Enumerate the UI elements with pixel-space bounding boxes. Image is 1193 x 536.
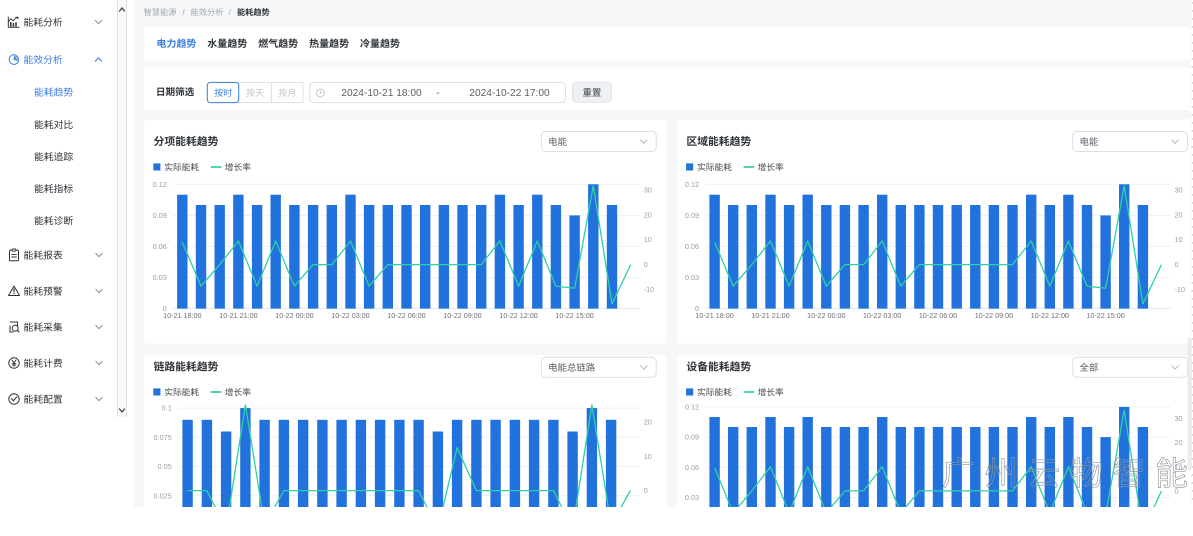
- svg-text:10-22 06:00: 10-22 06:00: [387, 311, 425, 320]
- svg-text:0.12: 0.12: [153, 180, 167, 189]
- svg-text:10-22 06:00: 10-22 06:00: [919, 311, 957, 320]
- svg-text:10-22 00:00: 10-22 00:00: [275, 311, 313, 320]
- svg-text:10: 10: [1175, 235, 1183, 244]
- svg-text:0.075: 0.075: [154, 433, 172, 442]
- svg-text:10-22 15:00: 10-22 15:00: [555, 311, 593, 320]
- svg-text:10-21 18:00: 10-21 18:00: [695, 311, 733, 320]
- svg-text:10-21 21:00: 10-21 21:00: [751, 311, 789, 320]
- svg-text:10-22 15:00: 10-22 15:00: [1086, 311, 1124, 320]
- svg-text:0.05: 0.05: [158, 462, 172, 471]
- svg-text:0.06: 0.06: [685, 242, 699, 251]
- svg-text:0.12: 0.12: [685, 403, 699, 412]
- svg-text:10-22 12:00: 10-22 12:00: [499, 311, 537, 320]
- svg-text:0.1: 0.1: [162, 404, 172, 413]
- svg-text:-10: -10: [644, 285, 655, 294]
- svg-text:30: 30: [1175, 186, 1183, 195]
- svg-text:10-22 03:00: 10-22 03:00: [331, 311, 369, 320]
- svg-text:20: 20: [644, 210, 652, 219]
- svg-text:0: 0: [644, 486, 648, 495]
- svg-text:0: 0: [644, 260, 648, 269]
- svg-text:-: -: [436, 88, 439, 99]
- svg-text:0.03: 0.03: [153, 273, 167, 282]
- svg-text:30: 30: [1175, 414, 1183, 423]
- svg-text:2024-10-21 18:00: 2024-10-21 18:00: [341, 88, 422, 99]
- svg-text:0.09: 0.09: [685, 433, 699, 442]
- svg-text:0.03: 0.03: [685, 493, 699, 502]
- svg-text:0.025: 0.025: [154, 491, 172, 500]
- svg-text:0.09: 0.09: [153, 211, 167, 220]
- svg-text:10: 10: [644, 235, 652, 244]
- svg-text:10-22 00:00: 10-22 00:00: [807, 311, 845, 320]
- svg-text:0.06: 0.06: [153, 242, 167, 251]
- svg-text:20: 20: [644, 418, 652, 427]
- svg-text:10-21 21:00: 10-21 21:00: [219, 311, 257, 320]
- svg-text:0.06: 0.06: [685, 463, 699, 472]
- svg-text:0.03: 0.03: [685, 273, 699, 282]
- svg-text:0.12: 0.12: [685, 180, 699, 189]
- svg-text:10-22 03:00: 10-22 03:00: [863, 311, 901, 320]
- svg-text:30: 30: [644, 186, 652, 195]
- svg-text:2024-10-22 17:00: 2024-10-22 17:00: [469, 88, 550, 99]
- svg-text:10-22 09:00: 10-22 09:00: [443, 311, 481, 320]
- svg-text:0: 0: [1175, 487, 1179, 496]
- svg-text:10: 10: [644, 452, 652, 461]
- svg-text:0: 0: [1175, 260, 1179, 269]
- svg-text:20: 20: [1175, 438, 1183, 447]
- svg-text:10-21 18:00: 10-21 18:00: [163, 311, 201, 320]
- svg-text:-10: -10: [1175, 285, 1186, 294]
- svg-text:10-22 12:00: 10-22 12:00: [1031, 311, 1069, 320]
- svg-text:10-22 09:00: 10-22 09:00: [975, 311, 1013, 320]
- svg-text:20: 20: [1175, 210, 1183, 219]
- svg-text:0.09: 0.09: [685, 211, 699, 220]
